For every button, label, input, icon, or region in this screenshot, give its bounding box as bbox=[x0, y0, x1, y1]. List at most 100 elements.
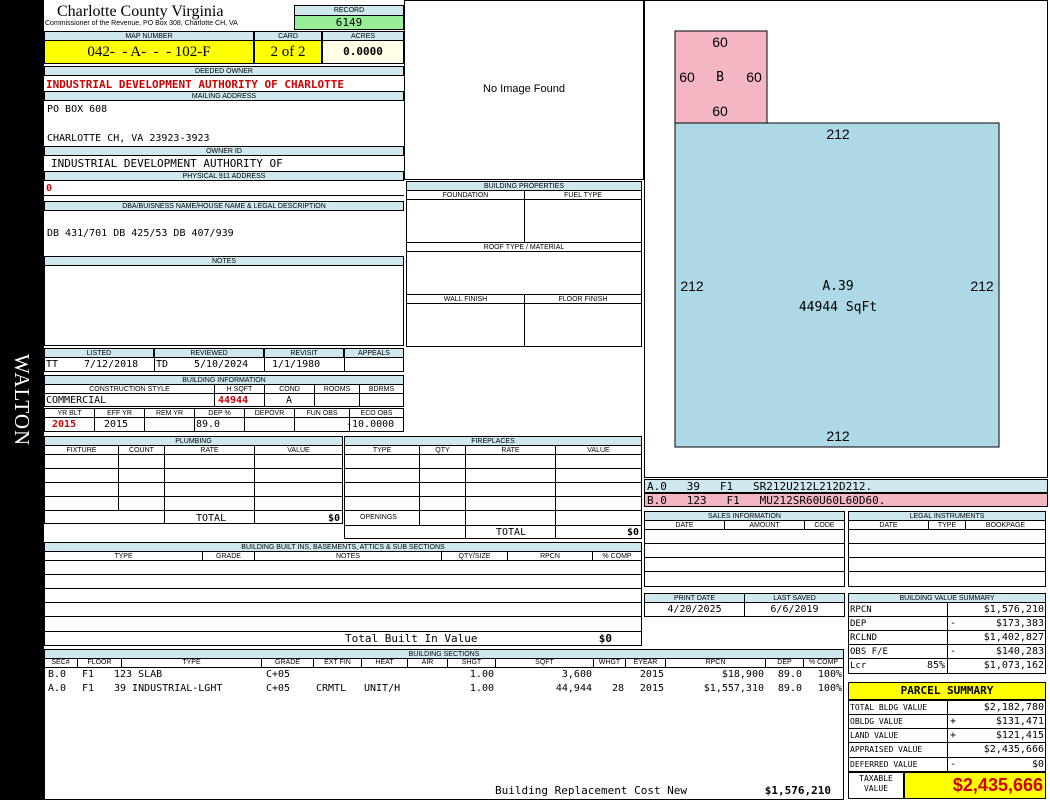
ps-bldg: $2,182,780 bbox=[983, 702, 1044, 713]
sections-cell: $18,900 bbox=[721, 669, 764, 680]
sections-header-sqft: SQFT bbox=[496, 658, 594, 668]
county-title: Charlotte County Virginia bbox=[57, 3, 224, 20]
sales-table bbox=[644, 529, 845, 587]
sections-cell: 1.00 bbox=[469, 669, 494, 680]
ps-deferred-label: DEFERRED VALUE bbox=[850, 760, 918, 769]
bvs-dep: $173,383 bbox=[995, 618, 1044, 629]
sections-cell: 100% bbox=[817, 683, 842, 694]
ps-land-label: LAND VALUE bbox=[850, 731, 899, 740]
ps-appraised: $2,435,666 bbox=[983, 744, 1044, 755]
bvs-lcr-pct: 85% bbox=[926, 660, 945, 671]
sections-cell: 123 SLAB bbox=[114, 669, 163, 680]
deeded-owner: INDUSTRIAL DEVELOPMENT AUTHORITY OF CHAR… bbox=[46, 78, 345, 91]
bvs-rclnd: $1,402,827 bbox=[983, 632, 1044, 643]
ps-deferred: $0 bbox=[1031, 759, 1044, 770]
plumbing-total: $0 bbox=[327, 513, 340, 524]
sections-cell: $1,557,310 bbox=[703, 683, 764, 694]
sketch-b-label: B bbox=[716, 70, 724, 85]
sections-cell: 89.0 bbox=[777, 669, 802, 680]
sketch-a-left: 212 bbox=[680, 278, 704, 294]
sketch-legend-a: A.0 39 F1 SR212U212L212D212. bbox=[644, 479, 1048, 493]
sections-body: B.0 F1 123 SLAB C+05 1.00 3,600 2015 $18,900 89.… bbox=[44, 668, 844, 698]
bvs-obs-sign: - bbox=[950, 646, 957, 657]
sections-cell: 44,944 bbox=[555, 683, 592, 694]
owner-id: INDUSTRIAL DEVELOPMENT AUTHORITY OF bbox=[51, 157, 283, 170]
built-ins-total-label: Total Built In Value bbox=[345, 632, 478, 645]
bvs-obs: $140,283 bbox=[995, 646, 1044, 657]
eff-yr-value: 2015 bbox=[104, 419, 129, 430]
bvs-dep-sign: - bbox=[950, 618, 957, 629]
commissioner-text: Commissioner of the Revenue, PO Box 308,… bbox=[45, 20, 238, 27]
sketch-b-bottom: 60 bbox=[712, 103, 728, 119]
ps-land-sign: + bbox=[950, 730, 957, 741]
sketch-a-bottom: 212 bbox=[826, 428, 850, 444]
sketch-b-left: 60 bbox=[679, 69, 695, 85]
sketch-a-sqft: 44944 SqFt bbox=[799, 300, 877, 315]
cond-value: A bbox=[286, 395, 293, 406]
sketch-a-top: 212 bbox=[826, 126, 850, 142]
listed-date: 7/12/2018 bbox=[84, 359, 139, 370]
sections-cell: 89.0 bbox=[777, 683, 802, 694]
dba-text: DB 431/701 DB 425/53 DB 407/939 bbox=[47, 228, 234, 239]
no-image-text: No Image Found bbox=[483, 83, 565, 95]
ps-appraised-label: APPRAISED VALUE bbox=[850, 745, 923, 754]
sketch-b-top: 60 bbox=[712, 34, 728, 50]
bvs-rpcn: $1,576,210 bbox=[983, 604, 1044, 615]
sections-cell: C+05 bbox=[266, 683, 291, 694]
sections-cell: CRMTL bbox=[316, 683, 347, 694]
sections-header-air: AIR bbox=[408, 658, 448, 668]
sections-header-sec: SEC# bbox=[44, 658, 78, 668]
bvs-dep-label: DEP bbox=[850, 619, 867, 629]
revisit-date: 1/1/1980 bbox=[272, 359, 321, 370]
physical-address-label: PHYSICAL 911 ADDRESS bbox=[44, 171, 404, 181]
sections-header-shgt: SHGT bbox=[448, 658, 496, 668]
sections-cell: 2015 bbox=[639, 683, 664, 694]
dba-label: DBA/BUISNESS NAME/HOUSE NAME & LEGAL DES… bbox=[44, 201, 404, 211]
owner-id-label: OWNER ID bbox=[44, 146, 404, 156]
ps-obldg: $131,471 bbox=[995, 716, 1044, 727]
parcel-sketch: 60 60 B 60 60 212 212 A.39 44944 SqFt 21… bbox=[674, 30, 1000, 448]
fireplaces-total-label: TOTAL bbox=[496, 527, 527, 538]
card-number: 2 of 2 bbox=[254, 40, 322, 64]
sections-cell: 3,600 bbox=[561, 669, 592, 680]
sections-header-rpcn: RPCN bbox=[666, 658, 766, 668]
sections-header-row: SEC# FLOOR TYPE GRADE EXT FIN HEAT AIR SHGT SQFT… bbox=[44, 658, 844, 668]
built-ins-total: $0 bbox=[598, 632, 612, 645]
sections-cell: C+05 bbox=[266, 669, 291, 680]
print-date: 4/20/2025 bbox=[667, 604, 722, 615]
sections-cell: A.0 bbox=[48, 683, 67, 694]
sections-cell: UNIT/H bbox=[364, 683, 401, 694]
bvs-rclnd-label: RCLND bbox=[850, 633, 878, 643]
ps-taxable-label-2: VALUE bbox=[863, 784, 889, 793]
sections-cell: 28 bbox=[611, 683, 624, 694]
sketch-a-right: 212 bbox=[970, 278, 994, 294]
reviewed-by: TD bbox=[156, 359, 169, 370]
dep-pct-value: 89.0 bbox=[196, 419, 221, 430]
fireplaces-total: $0 bbox=[626, 527, 639, 538]
sketch-a-label: A.39 bbox=[822, 279, 853, 294]
hsqft-value: 44944 bbox=[218, 395, 249, 406]
mailing-line-1: PO BOX 608 bbox=[47, 104, 108, 115]
map-number: 042- - A- - - 102-F bbox=[44, 40, 254, 64]
bvs-lcr: $1,073,162 bbox=[983, 660, 1044, 671]
ps-taxable-label-1: TAXABLE bbox=[859, 774, 893, 783]
parcel-summary-title: PARCEL SUMMARY bbox=[848, 682, 1046, 700]
yr-blt-value: 2015 bbox=[52, 419, 77, 430]
sections-cell: 100% bbox=[817, 669, 842, 680]
legal-table bbox=[848, 529, 1046, 587]
sections-cell: 39 INDUSTRIAL-LGHT bbox=[114, 683, 223, 694]
sections-cell: 2015 bbox=[639, 669, 664, 680]
deeded-owner-label: DEEDED OWNER bbox=[44, 66, 404, 76]
replacement-cost: $1,576,210 bbox=[764, 784, 831, 797]
table-row: B.0 F1 123 SLAB C+05 1.00 3,600 2015 $18,900 89.… bbox=[44, 668, 844, 682]
mailing-line-2: CHARLOTTE CH, VA 23923-3923 bbox=[47, 133, 210, 144]
sections-header-whgt: WHGT bbox=[594, 658, 626, 668]
bvs-lcr-label: Lcr bbox=[850, 661, 867, 671]
sections-header-comp: % COMP bbox=[804, 658, 844, 668]
notes-box bbox=[44, 265, 404, 346]
sections-header-grade: GRADE bbox=[262, 658, 314, 668]
ps-obldg-label: OBLDG VALUE bbox=[850, 717, 903, 726]
bvs-rpcn-label: RPCN bbox=[850, 605, 872, 615]
record-number: 6149 bbox=[294, 15, 404, 30]
table-row: A.0 F1 39 INDUSTRIAL-LGHT C+05 CRMTL UNIT/H 1.… bbox=[44, 682, 844, 696]
